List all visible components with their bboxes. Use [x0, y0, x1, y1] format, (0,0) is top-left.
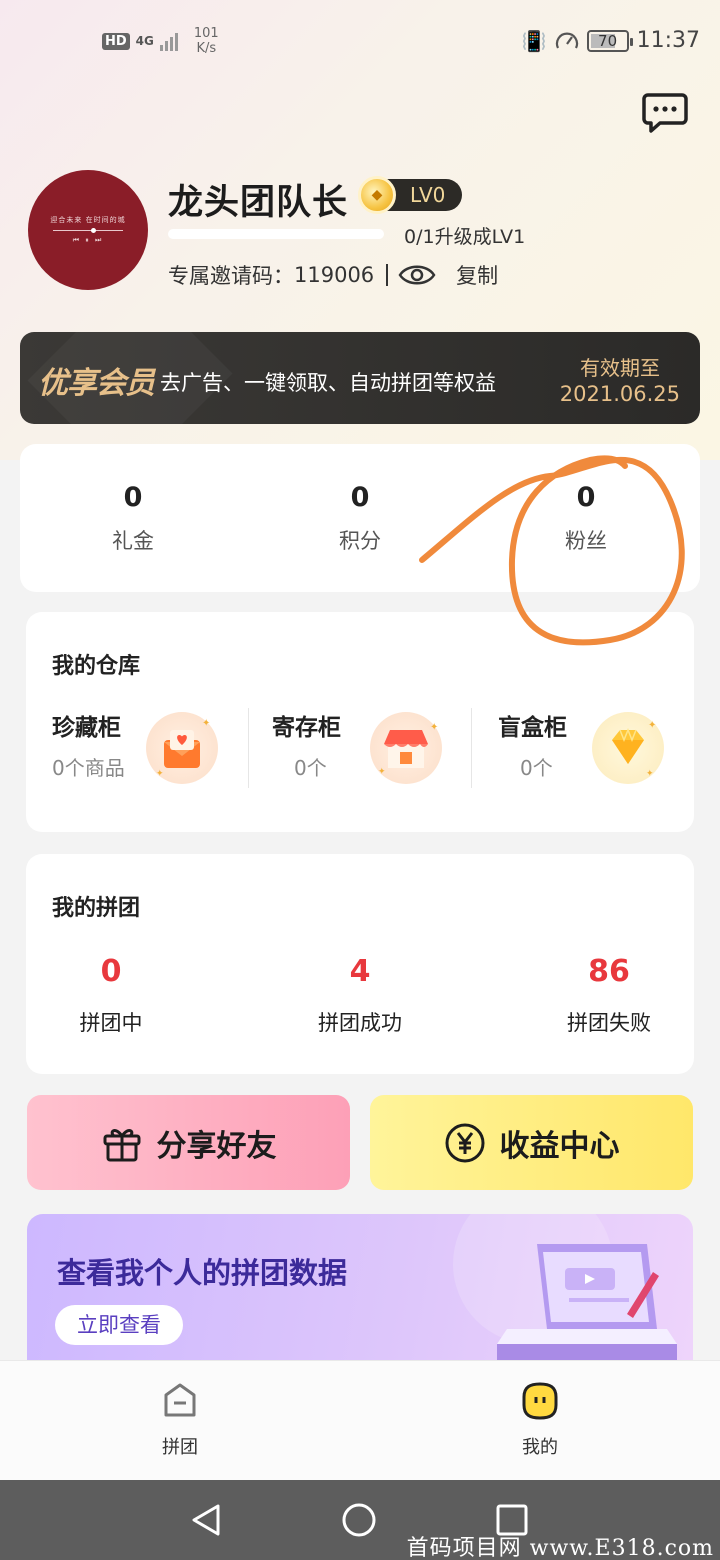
share-friends-button[interactable]: 分享好友: [27, 1095, 350, 1190]
stat-value: 0: [123, 482, 143, 513]
group-stat-failed[interactable]: 86 拼团失败: [524, 954, 694, 1037]
svg-text:✦: ✦: [430, 722, 438, 733]
vip-expire-label: 有效期至: [580, 356, 660, 380]
bottom-nav: 拼团 我的: [0, 1360, 720, 1480]
personal-data-banner[interactable]: 查看我个人的拼团数据 立即查看: [27, 1214, 693, 1364]
battery-level: 70: [598, 31, 618, 50]
avatar[interactable]: 迎合未来 在时间的城 ⏮ ⏸ ⏭: [28, 170, 148, 290]
group-buy-icon: [164, 1383, 196, 1417]
stat-gift-money[interactable]: 0 礼金: [63, 482, 203, 555]
group-stat-value: 86: [588, 954, 630, 989]
stat-label: 积分: [339, 529, 381, 553]
avatar-controls: ⏮ ⏸ ⏭: [72, 236, 104, 244]
stat-value: 0: [576, 482, 596, 513]
message-icon[interactable]: [642, 92, 688, 134]
divider: [248, 708, 249, 788]
vip-expire-date: 2021.06.25: [559, 382, 680, 406]
svg-text:✦: ✦: [648, 720, 656, 731]
invite-label: 专属邀请码：: [168, 264, 294, 288]
vip-logo: 优享会员: [38, 366, 155, 401]
eye-icon[interactable]: [398, 262, 436, 288]
vibrate-icon: 📳: [521, 28, 547, 53]
storage-card: 我的仓库 珍藏柜 0个商品 ✦ ✦ 寄存柜 0个 ✦ ✦ 盲盒柜 0个 ✦ ✦: [26, 612, 694, 832]
storage-item-count: 0个: [294, 756, 327, 780]
group-stat-value: 0: [100, 954, 122, 989]
laptop-illustration-icon: [497, 1244, 677, 1364]
storage-item-deposit[interactable]: 寄存柜 0个: [272, 708, 341, 781]
avatar-text: 迎合未来 在时间的城: [50, 216, 126, 224]
svg-text:✦: ✦: [646, 769, 654, 779]
battery-icon: 70: [586, 29, 633, 52]
group-stat-success[interactable]: 4 拼团成功: [275, 954, 445, 1037]
clock: 11:37: [636, 28, 700, 53]
level-text: LV0: [410, 183, 446, 207]
group-stat-label: 拼团失败: [567, 1011, 651, 1035]
income-center-button[interactable]: 收益中心: [370, 1095, 693, 1190]
svg-text:✦: ✦: [202, 718, 210, 729]
stats-card: 0 礼金 0 积分 0 粉丝: [20, 444, 700, 592]
store-icon: ✦ ✦: [370, 712, 442, 784]
copy-button[interactable]: 复制: [456, 260, 498, 290]
diamond-icon: ✦ ✦: [592, 712, 664, 784]
vip-description: 去广告、一键领取、自动拼团等权益: [160, 371, 496, 395]
status-bar: HD 4G 101 K/s 📳 70 11:37: [0, 0, 720, 84]
storage-item-name: 珍藏柜: [52, 715, 121, 741]
gift-icon: [103, 1128, 140, 1161]
nav-label: 拼团: [162, 1437, 198, 1458]
stat-points[interactable]: 0 积分: [290, 482, 430, 555]
back-icon[interactable]: [188, 1502, 224, 1538]
vip-banner[interactable]: 优享会员 去广告、一键领取、自动拼团等权益 有效期至 2021.06.25: [20, 332, 700, 424]
storage-title: 我的仓库: [52, 654, 141, 679]
nav-label: 我的: [522, 1437, 558, 1458]
svg-text:✦: ✦: [378, 767, 386, 777]
storage-item-name: 盲盒柜: [498, 715, 567, 741]
invite-divider: [386, 264, 389, 286]
level-progress-bar: [168, 229, 384, 239]
group-stat-label: 拼团中: [79, 1011, 143, 1035]
avatar-progress-line: [53, 228, 123, 233]
storage-item-blindbox[interactable]: 盲盒柜 0个: [498, 708, 567, 781]
nav-item-mine[interactable]: 我的: [490, 1381, 590, 1459]
status-left: HD 4G 101 K/s: [102, 26, 219, 56]
nickname: 龙头团队长: [168, 183, 349, 223]
storage-item-collection[interactable]: 珍藏柜 0个商品: [52, 708, 125, 781]
net-speed-unit: K/s: [196, 41, 217, 56]
home-icon[interactable]: [341, 1502, 377, 1538]
data-banner-title: 查看我个人的拼团数据: [57, 1256, 348, 1290]
network-type: 4G: [135, 34, 154, 48]
profile-face-icon: [522, 1382, 558, 1420]
divider: [471, 708, 472, 788]
share-friends-label: 分享好友: [156, 1128, 277, 1164]
nav-item-group-buy[interactable]: 拼团: [130, 1381, 230, 1459]
hd-badge: HD: [102, 32, 130, 50]
stat-fans[interactable]: 0 粉丝: [516, 482, 656, 555]
svg-text:✦: ✦: [156, 769, 164, 779]
group-stat-ongoing[interactable]: 0 拼团中: [26, 954, 196, 1037]
invite-row: 专属邀请码： 119006 复制: [168, 260, 498, 290]
envelope-heart-icon: ✦ ✦: [146, 712, 218, 784]
group-stat-value: 4: [349, 954, 371, 989]
level-badge[interactable]: ◆ LV0: [358, 176, 462, 214]
group-stat-label: 拼团成功: [318, 1011, 402, 1035]
stat-label: 礼金: [112, 529, 154, 553]
net-speed: 101 K/s: [194, 26, 219, 56]
view-now-button[interactable]: 立即查看: [55, 1305, 183, 1345]
storage-item-count: 0个: [520, 756, 553, 780]
storage-item-count: 0个商品: [52, 756, 125, 780]
net-speed-value: 101: [193, 26, 219, 41]
yuan-coin-icon: [445, 1123, 484, 1162]
speedometer-icon: [555, 32, 578, 48]
watermark: 首码项目网 www.E318.com: [406, 1536, 714, 1560]
status-right: 📳 70 11:37: [522, 28, 700, 53]
invite-code: 119006: [294, 263, 375, 287]
stat-label: 粉丝: [565, 529, 607, 553]
signal-icon: [159, 31, 178, 51]
group-buy-card: 我的拼团 0 拼团中 4 拼团成功 86 拼团失败: [26, 854, 694, 1074]
level-progress-text: 0/1升级成LV1: [404, 226, 526, 248]
group-buy-title: 我的拼团: [52, 896, 141, 921]
income-center-label: 收益中心: [499, 1128, 620, 1164]
gold-ingot-icon: ◆: [358, 176, 396, 214]
storage-item-name: 寄存柜: [272, 715, 341, 741]
stat-value: 0: [350, 482, 370, 513]
